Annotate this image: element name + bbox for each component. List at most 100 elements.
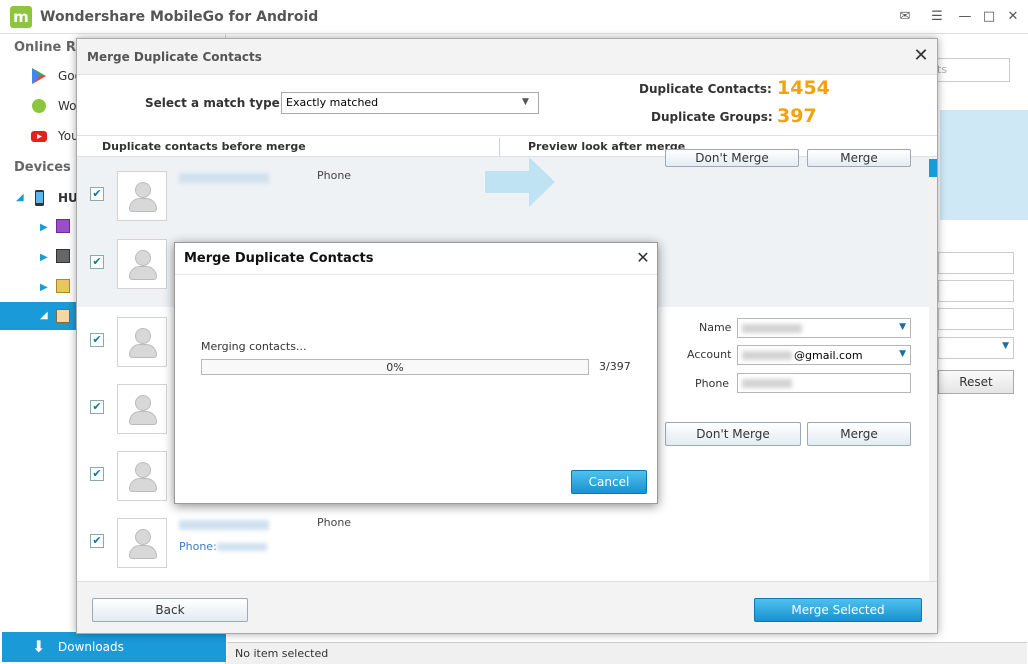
app-title: Wondershare MobileGo for Android	[40, 9, 319, 25]
duplicate-contacts-count: 1454	[777, 77, 830, 99]
contact-name-blurred	[179, 173, 269, 183]
column-after-merge: Preview look after merge	[528, 140, 686, 153]
app-logo: m	[10, 6, 32, 28]
close-icon[interactable]: ✕	[633, 248, 653, 267]
merge-progress-dialog: Merge Duplicate Contacts ✕ Merging conta…	[174, 242, 658, 504]
preview-account-select[interactable]: @gmail.com ▼	[737, 345, 911, 365]
chevron-down-icon: ▼	[522, 97, 529, 107]
merge-button[interactable]: Merge	[807, 422, 911, 446]
contacts-banner-art	[940, 110, 1028, 220]
duplicate-groups-label: Duplicate Groups:	[651, 110, 773, 124]
preview-account-blurred	[742, 351, 792, 360]
contact-type: Phone	[317, 169, 352, 182]
dialog-header: Merge Duplicate Contacts ✕	[77, 39, 937, 75]
row-checkbox[interactable]: ✔	[90, 255, 104, 269]
phone-icon	[35, 190, 44, 206]
reset-button[interactable]: Reset	[938, 370, 1014, 394]
contacts-icon	[56, 309, 70, 323]
contact-phone-blurred	[217, 543, 267, 551]
background-select[interactable]: ▼	[938, 337, 1014, 359]
menu-icon[interactable]: ☰	[928, 8, 946, 26]
expand-arrow-icon[interactable]: ◢	[16, 192, 24, 203]
avatar	[117, 384, 167, 434]
downloads-label: Downloads	[58, 640, 124, 654]
expand-arrow-icon: ◢	[40, 310, 48, 321]
google-play-icon	[32, 68, 46, 84]
contact-type: Phone	[317, 516, 352, 529]
row-checkbox[interactable]: ✔	[90, 400, 104, 414]
cancel-button[interactable]: Cancel	[571, 470, 647, 494]
status-bar: No item selected	[227, 642, 1027, 664]
preview-name-blurred	[742, 324, 802, 333]
music-icon[interactable]	[56, 219, 70, 233]
expand-arrow-icon[interactable]: ▶	[40, 282, 48, 293]
progress-percent: 0%	[386, 361, 404, 374]
sidebar-item-label: Wo	[58, 99, 77, 113]
merge-arrow-icon	[485, 157, 555, 207]
chevron-down-icon: ▼	[1002, 341, 1009, 351]
progress-dialog-header: Merge Duplicate Contacts ✕	[175, 243, 657, 275]
preview-phone-blurred	[742, 379, 792, 388]
dont-merge-button[interactable]: Don't Merge	[665, 422, 801, 446]
dialog-title: Merge Duplicate Contacts	[87, 50, 262, 64]
feedback-icon[interactable]: ✉	[896, 8, 914, 26]
back-button[interactable]: Back	[92, 598, 248, 622]
devices-heading: Devices	[14, 160, 71, 175]
background-field[interactable]	[938, 308, 1014, 330]
row-checkbox[interactable]: ✔	[90, 534, 104, 548]
downloads-bar[interactable]: ⬇ Downloads	[2, 632, 226, 662]
preview-phone-field[interactable]	[737, 373, 911, 393]
sidebar-item-label: HU	[58, 191, 78, 205]
merge-selected-button[interactable]: Merge Selected	[754, 598, 922, 622]
preview-name-select[interactable]: ▼	[737, 318, 911, 338]
close-icon[interactable]: ✕	[911, 45, 931, 66]
avatar	[117, 171, 167, 221]
background-field[interactable]	[938, 280, 1014, 302]
match-type-label: Select a match type:	[145, 96, 285, 110]
dialog-footer: Back Merge Selected	[77, 581, 937, 633]
preview-phone-label: Phone	[695, 377, 730, 390]
row-checkbox[interactable]: ✔	[90, 467, 104, 481]
list-item[interactable]: ✔ Phone Phone:	[77, 510, 497, 576]
duplicate-contacts-label: Duplicate Contacts:	[639, 82, 772, 96]
duplicate-groups-count: 397	[777, 105, 817, 127]
progress-dialog-title: Merge Duplicate Contacts	[184, 251, 374, 266]
progress-status-text: Merging contacts...	[201, 340, 307, 353]
scrollbar[interactable]	[929, 157, 937, 581]
photos-icon[interactable]	[56, 279, 70, 293]
row-checkbox[interactable]: ✔	[90, 187, 104, 201]
preview-name-label: Name	[699, 321, 732, 334]
avatar	[117, 317, 167, 367]
match-type-value: Exactly matched	[286, 96, 379, 109]
download-icon: ⬇	[32, 637, 46, 656]
title-bar: m Wondershare MobileGo for Android ✉ ☰ —…	[0, 0, 1028, 34]
contact-phone-label: Phone:	[179, 540, 217, 553]
expand-arrow-icon[interactable]: ▶	[40, 222, 48, 233]
video-icon[interactable]	[56, 249, 70, 263]
dont-merge-button-top[interactable]: Don't Merge	[665, 149, 799, 167]
progress-bar: 0%	[201, 359, 589, 375]
avatar	[117, 518, 167, 568]
status-text: No item selected	[235, 647, 329, 660]
column-before-merge: Duplicate contacts before merge	[102, 140, 306, 153]
preview-account-domain: @gmail.com	[794, 349, 863, 362]
expand-arrow-icon[interactable]: ▶	[40, 252, 48, 263]
merge-button-top[interactable]: Merge	[807, 149, 911, 167]
youtube-icon	[31, 131, 47, 142]
list-item[interactable]: ✔ Phone	[77, 163, 497, 229]
background-search-input[interactable]: ts	[930, 58, 1010, 82]
minimize-icon[interactable]: —	[956, 8, 974, 26]
close-app-icon[interactable]: ✕	[1004, 8, 1022, 26]
maximize-icon[interactable]: □	[980, 8, 998, 26]
wondershare-icon	[32, 99, 46, 113]
preview-account-label: Account	[687, 348, 732, 361]
background-field[interactable]	[938, 252, 1014, 274]
contact-name-blurred	[179, 520, 269, 530]
avatar	[117, 239, 167, 289]
chevron-down-icon: ▼	[899, 322, 906, 332]
row-checkbox[interactable]: ✔	[90, 333, 104, 347]
match-type-select[interactable]: Exactly matched ▼	[281, 92, 539, 114]
scrollbar-thumb[interactable]	[929, 159, 937, 177]
chevron-down-icon: ▼	[899, 349, 906, 359]
avatar	[117, 451, 167, 501]
